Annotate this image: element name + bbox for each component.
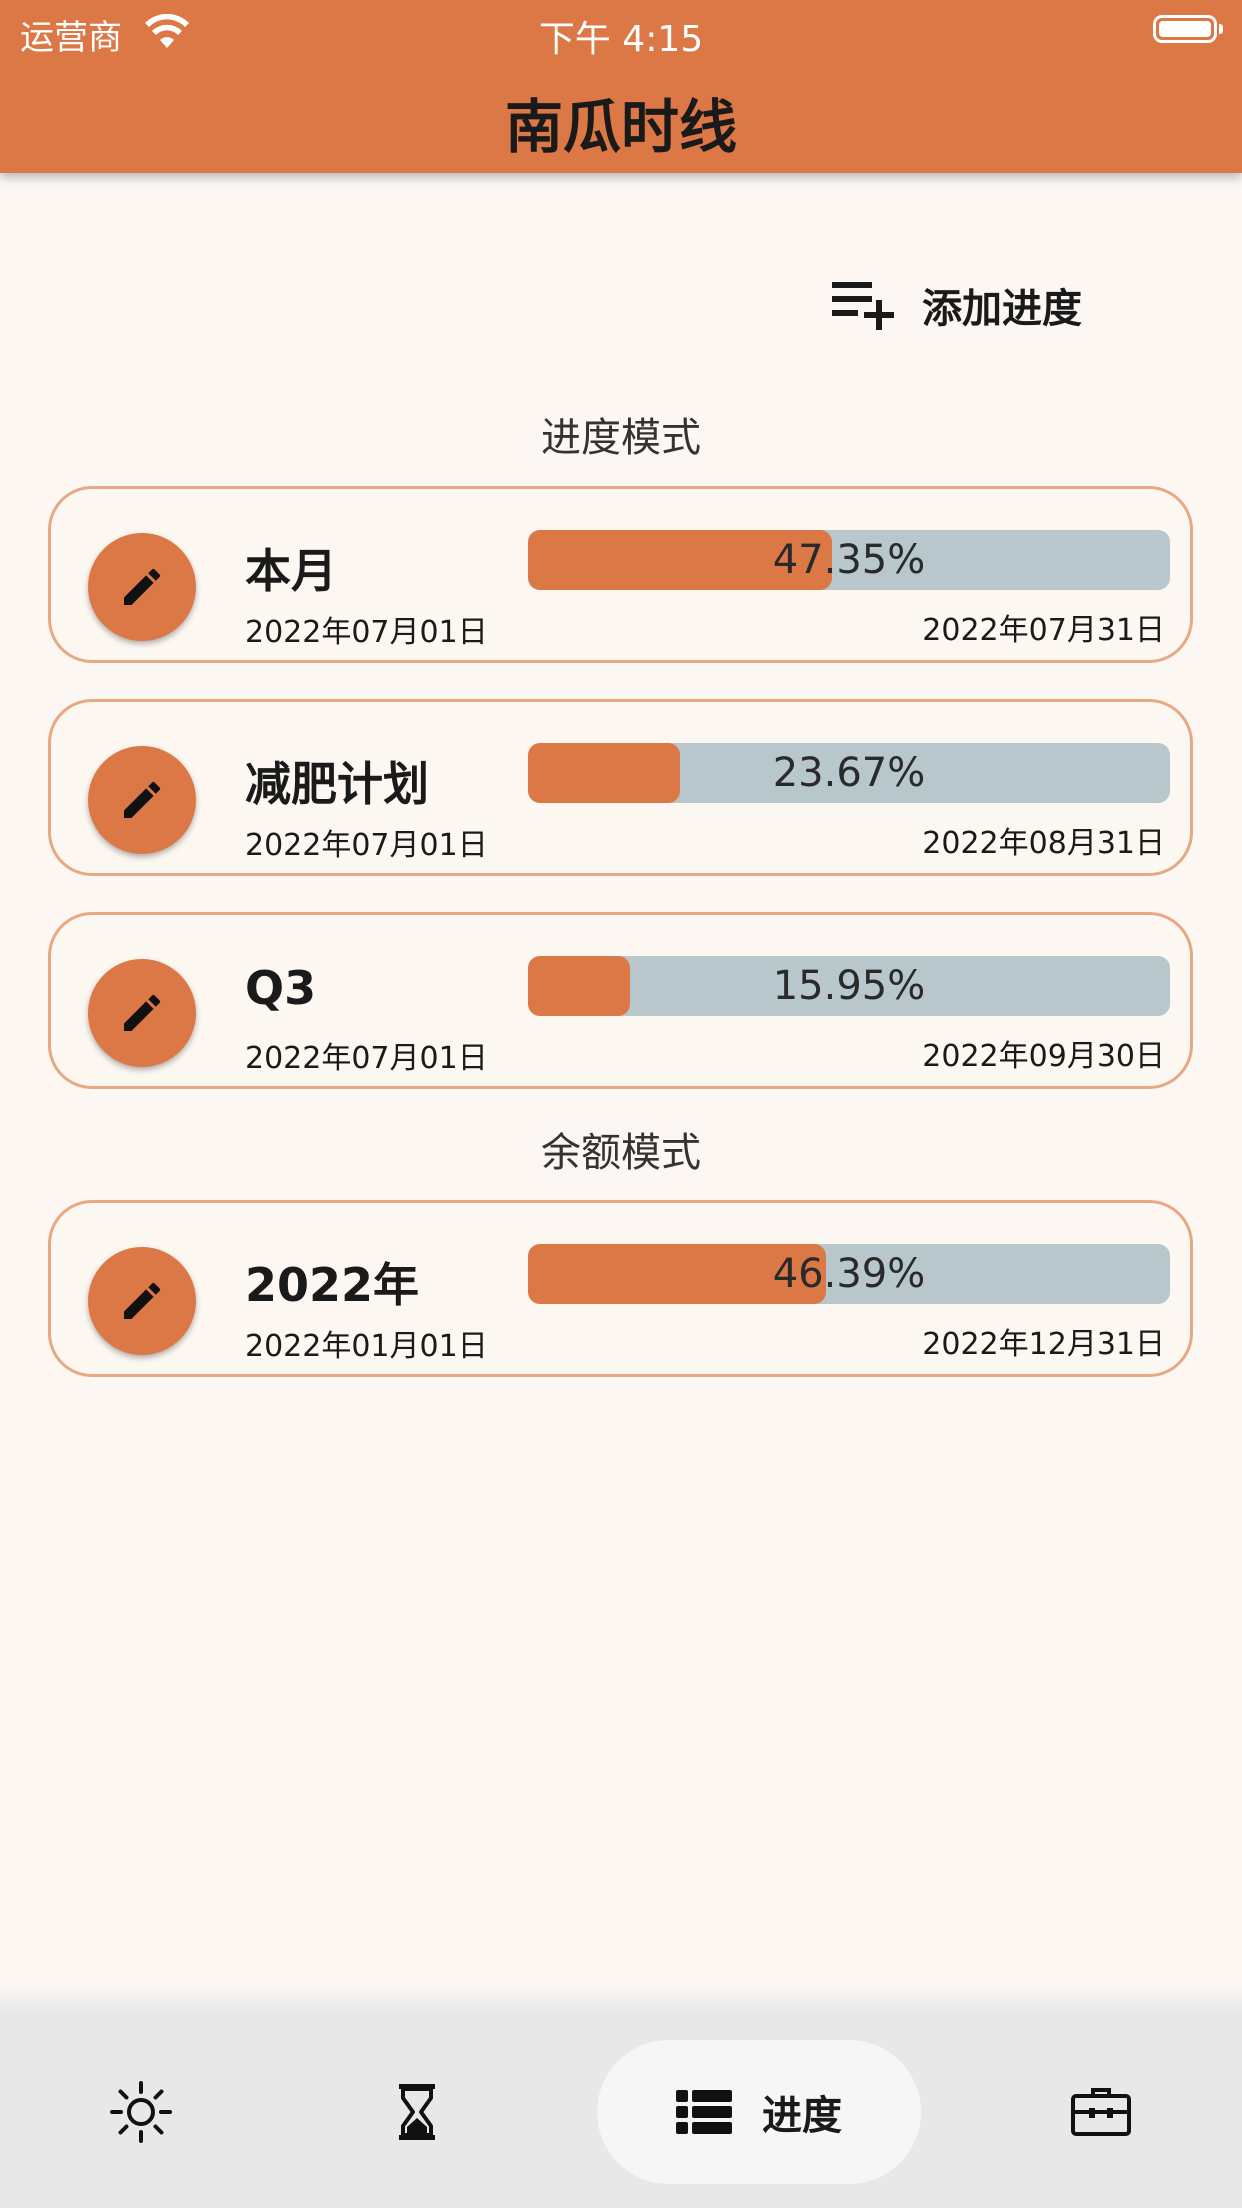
nav-item-tools[interactable] [1040, 2015, 1162, 2208]
progress-card[interactable]: Q3 2022年07月01日 15.95% 2022年09月30日 [48, 912, 1193, 1089]
nav-shadow [0, 1985, 1242, 2015]
progress-percent: 47.35% [772, 537, 926, 583]
progress-percent: 46.39% [772, 1251, 926, 1297]
end-date: 2022年08月31日 [922, 826, 1165, 861]
sun-icon [110, 2080, 172, 2143]
progress-bar: 46.39% [528, 1244, 1170, 1304]
progress-bar: 15.95% [528, 956, 1170, 1016]
progress-percent: 15.95% [772, 963, 926, 1009]
start-date: 2022年07月01日 [245, 615, 488, 650]
battery-cap [1219, 24, 1223, 34]
add-progress-button[interactable]: 添加进度 [832, 270, 1082, 340]
item-name: 减肥计划 [245, 757, 429, 811]
pencil-icon [124, 1282, 161, 1319]
progress-card[interactable]: 减肥计划 2022年07月01日 23.67% 2022年08月31日 [48, 699, 1193, 876]
nav-item-timer[interactable] [356, 2015, 478, 2208]
pencil-icon [124, 994, 161, 1031]
app-bar: 运营商 下午 4:15 南瓜时线 [0, 0, 1242, 173]
edit-button[interactable] [88, 746, 196, 854]
edit-button[interactable] [88, 1247, 196, 1355]
bottom-nav: 进度 [0, 2015, 1242, 2208]
list-icon [676, 2090, 732, 2134]
section-title-progress: 进度模式 [541, 415, 701, 461]
hourglass-icon [399, 2083, 435, 2140]
nav-item-progress[interactable]: 进度 [597, 2040, 921, 2184]
page-title: 南瓜时线 [504, 93, 737, 161]
nav-item-progress-label: 进度 [762, 2093, 842, 2139]
start-date: 2022年07月01日 [245, 1041, 488, 1076]
start-date: 2022年07月01日 [245, 828, 488, 863]
item-name: 本月 [245, 544, 337, 598]
pencil-icon [124, 568, 161, 605]
item-name: 2022年 [245, 1258, 420, 1312]
item-name: Q3 [245, 961, 317, 1015]
pencil-icon [124, 781, 161, 818]
nav-item-today[interactable] [80, 2015, 202, 2208]
progress-percent: 23.67% [772, 750, 926, 796]
end-date: 2022年07月31日 [922, 613, 1165, 648]
progress-bar: 47.35% [528, 530, 1170, 590]
balance-card[interactable]: 2022年 2022年01月01日 46.39% 2022年12月31日 [48, 1200, 1193, 1377]
progress-card[interactable]: 本月 2022年07月01日 47.35% 2022年07月31日 [48, 486, 1193, 663]
edit-button[interactable] [88, 533, 196, 641]
playlist-add-icon [832, 282, 894, 330]
battery-icon [1153, 15, 1217, 43]
edit-button[interactable] [88, 959, 196, 1067]
progress-bar: 23.67% [528, 743, 1170, 803]
start-date: 2022年01月01日 [245, 1329, 488, 1364]
end-date: 2022年12月31日 [922, 1327, 1165, 1362]
clock: 下午 4:15 [538, 19, 704, 60]
toolbox-icon [1071, 2087, 1131, 2136]
end-date: 2022年09月30日 [922, 1039, 1165, 1074]
section-title-balance: 余额模式 [541, 1130, 701, 1176]
add-progress-label: 添加进度 [922, 286, 1082, 332]
